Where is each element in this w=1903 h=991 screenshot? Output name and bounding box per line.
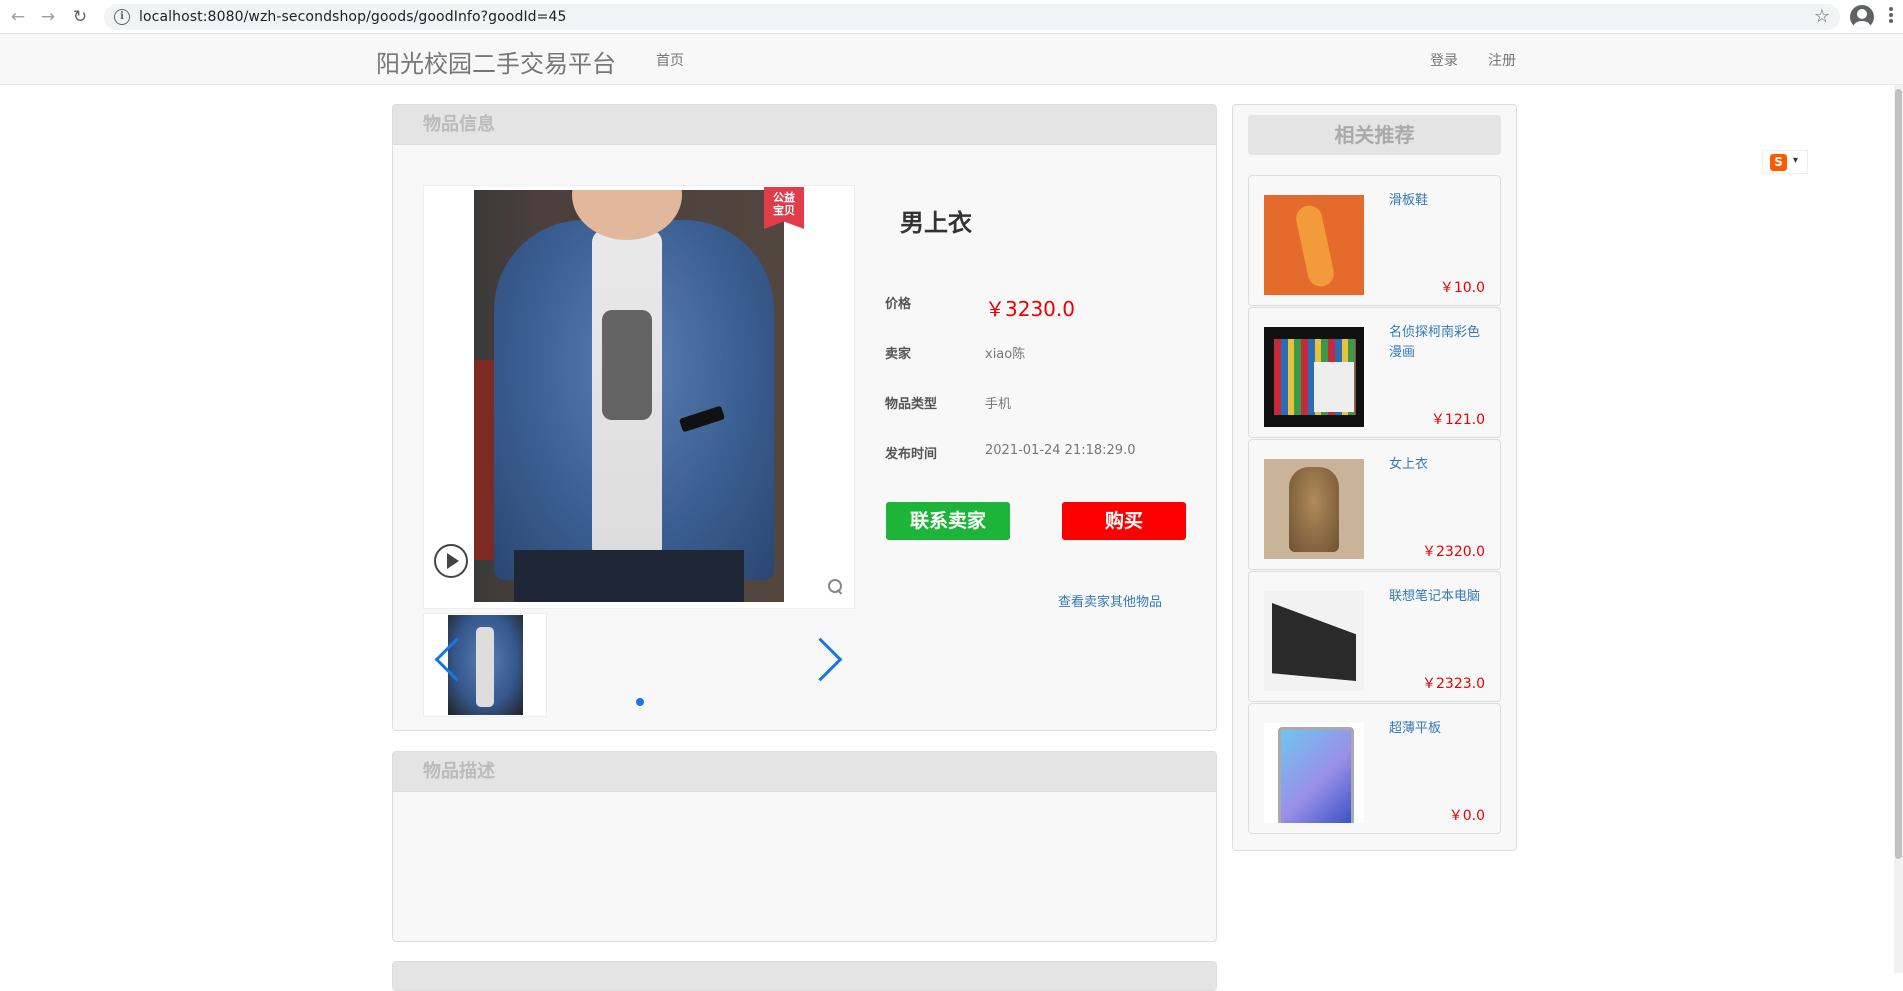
- site-brand[interactable]: 阳光校园二手交易平台: [376, 44, 616, 79]
- recommend-item-price: ￥2323.0: [1422, 676, 1485, 692]
- seller-label: 卖家: [885, 347, 912, 362]
- back-icon[interactable]: ←: [6, 5, 30, 29]
- price-label: 价格: [885, 297, 912, 312]
- nav-home-link[interactable]: 首页: [656, 50, 684, 70]
- play-video-icon[interactable]: [434, 544, 468, 578]
- recommend-item[interactable]: 超薄平板 ￥0.0: [1248, 703, 1501, 834]
- carousel-dot[interactable]: [636, 698, 644, 706]
- recommend-item-image[interactable]: [1264, 327, 1364, 427]
- reload-icon[interactable]: ↻: [68, 5, 92, 29]
- browser-menu-icon[interactable]: [1888, 7, 1894, 27]
- item-info-panel: 物品信息 公益 宝贝 男上衣 价格 ￥3230.0 卖家 xiao陈 物品类型 …: [392, 104, 1217, 731]
- recommend-item[interactable]: 名侦探柯南彩色漫画 ￥121.0: [1248, 307, 1501, 438]
- recommend-item[interactable]: 滑板鞋 ￥10.0: [1248, 175, 1501, 306]
- time-label: 发布时间: [885, 447, 938, 462]
- seller-other-items-link[interactable]: 查看卖家其他物品: [1058, 591, 1162, 610]
- address-url[interactable]: localhost:8080/wzh-secondshop/goods/good…: [139, 9, 567, 25]
- recommend-item-name[interactable]: 女上衣: [1389, 455, 1485, 475]
- bookmark-star-icon[interactable]: ☆: [1814, 6, 1830, 27]
- recommend-item-name[interactable]: 名侦探柯南彩色漫画: [1389, 323, 1485, 363]
- item-description-heading: 物品描述: [393, 752, 1216, 792]
- carousel-next-icon[interactable]: [811, 630, 841, 682]
- page-scrollbar[interactable]: [1894, 85, 1903, 973]
- scrollbar-thumb[interactable]: [1895, 89, 1902, 859]
- recommend-item-image[interactable]: [1264, 723, 1364, 823]
- recommend-item-name[interactable]: 滑板鞋: [1389, 191, 1485, 211]
- item-title: 男上衣: [900, 209, 972, 237]
- recommend-heading: 相关推荐: [1248, 115, 1501, 155]
- buy-button[interactable]: 购买: [1062, 502, 1186, 540]
- product-photo: [474, 190, 784, 602]
- sogou-extension-icon[interactable]: S ▾: [1762, 150, 1808, 174]
- site-navbar: 阳光校园二手交易平台 首页 登录 注册: [0, 34, 1903, 85]
- extension-logo-icon: S: [1770, 154, 1787, 171]
- charity-badge: 公益 宝贝: [764, 187, 804, 229]
- item-price: ￥3230.0: [985, 297, 1075, 321]
- address-bar[interactable]: i localhost:8080/wzh-secondshop/goods/go…: [104, 4, 1840, 30]
- site-info-icon[interactable]: i: [114, 9, 130, 25]
- recommend-item-price: ￥0.0: [1448, 808, 1485, 824]
- item-description-panel: 物品描述: [392, 751, 1217, 942]
- type-value: 手机: [985, 397, 1012, 412]
- recommend-item-image[interactable]: [1264, 195, 1364, 295]
- recommend-item-name[interactable]: 联想笔记本电脑: [1389, 587, 1485, 607]
- recommend-item-image[interactable]: [1264, 591, 1364, 691]
- next-panel-heading: [393, 962, 1216, 990]
- seller-value: xiao陈: [985, 347, 1026, 362]
- carousel-prev-icon[interactable]: [429, 630, 459, 682]
- recommend-item-price: ￥2320.0: [1422, 544, 1485, 560]
- profile-avatar-icon[interactable]: [1850, 5, 1874, 29]
- next-panel: [392, 961, 1217, 991]
- nav-login-link[interactable]: 登录: [1430, 50, 1458, 70]
- browser-toolbar: ← → ↻ i localhost:8080/wzh-secondshop/go…: [0, 0, 1903, 34]
- forward-icon[interactable]: →: [36, 5, 60, 29]
- nav-register-link[interactable]: 注册: [1488, 50, 1516, 70]
- contact-seller-button[interactable]: 联系卖家: [886, 502, 1010, 540]
- recommend-item-price: ￥10.0: [1439, 280, 1485, 296]
- recommend-item-price: ￥121.0: [1430, 412, 1485, 428]
- recommend-item[interactable]: 女上衣 ￥2320.0: [1248, 439, 1501, 570]
- zoom-icon[interactable]: [828, 579, 844, 595]
- chevron-down-icon[interactable]: ▾: [1793, 155, 1798, 166]
- main-image-viewer[interactable]: 公益 宝贝: [423, 185, 855, 609]
- item-info-heading: 物品信息: [393, 105, 1216, 145]
- recommend-item-image[interactable]: [1264, 459, 1364, 559]
- recommend-item-name[interactable]: 超薄平板: [1389, 719, 1485, 739]
- type-label: 物品类型: [885, 397, 938, 412]
- recommend-panel: 相关推荐 滑板鞋 ￥10.0 名侦探柯南彩色漫画 ￥121.0 女上衣 ￥232…: [1232, 104, 1517, 851]
- time-value: 2021-01-24 21:18:29.0: [985, 443, 1136, 458]
- recommend-item[interactable]: 联想笔记本电脑 ￥2323.0: [1248, 571, 1501, 702]
